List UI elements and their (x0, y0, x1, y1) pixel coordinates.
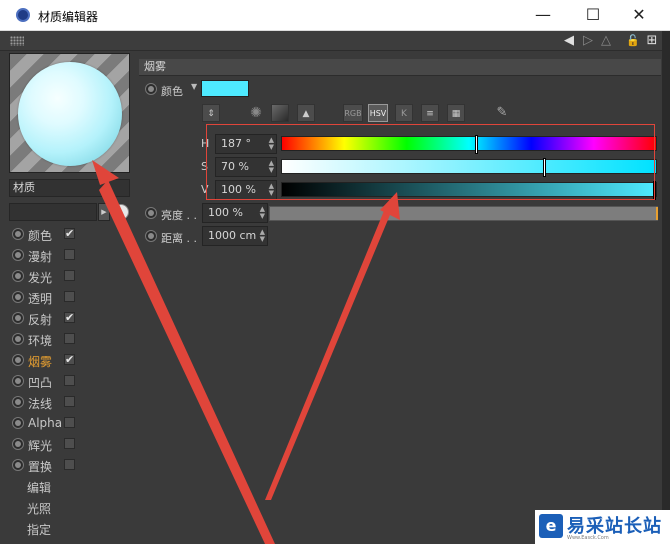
watermark-subtext: Www.Easck.Com (567, 535, 609, 541)
watermark-logo: e (539, 514, 563, 538)
annotation-arrow-left (99, 180, 275, 544)
annotation-arrowhead-left (92, 160, 119, 185)
annotation-arrows (92, 160, 400, 544)
annotation-arrow-right (265, 206, 392, 500)
watermark: e 易采站长站 Www.Easck.Com (535, 510, 670, 544)
